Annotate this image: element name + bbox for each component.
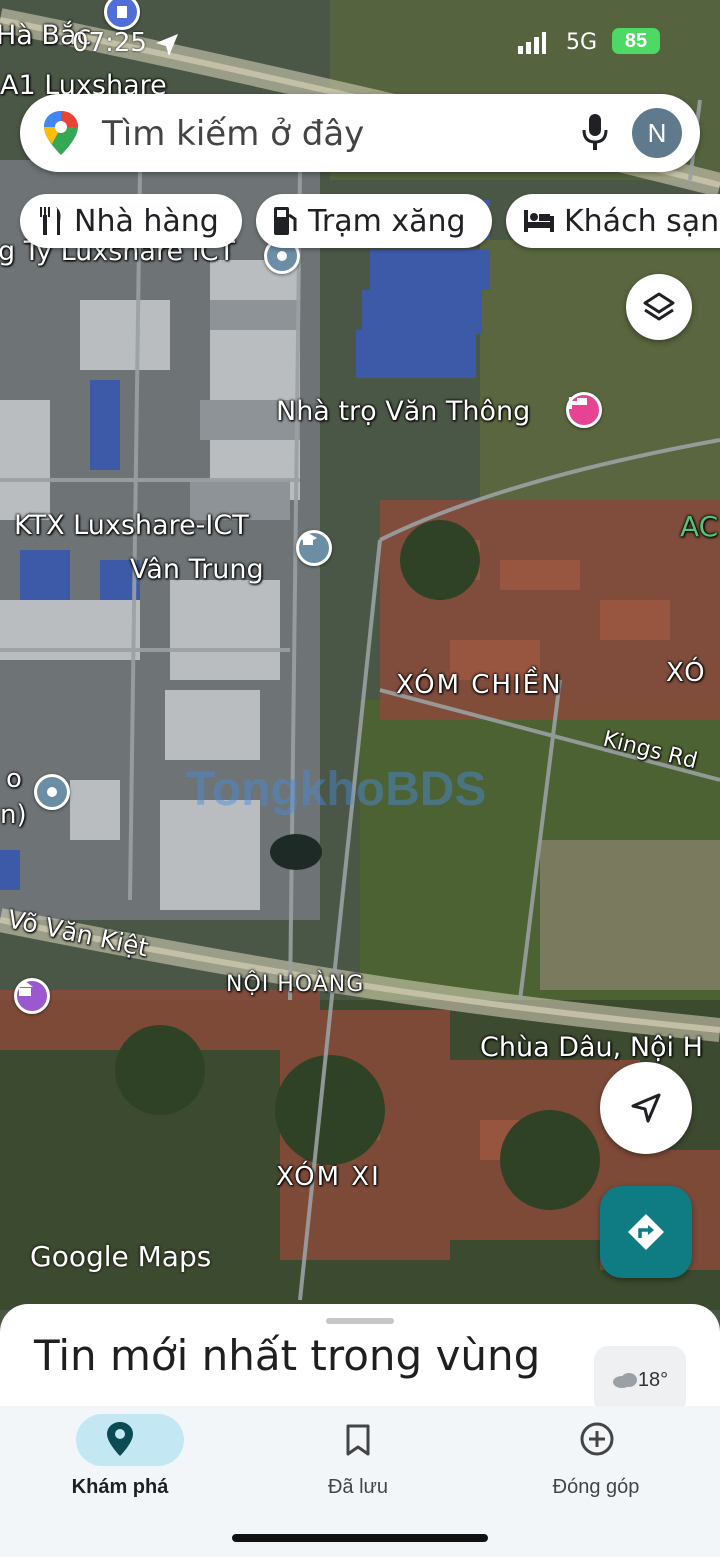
graduation-cap-icon: [299, 533, 317, 545]
my-location-button[interactable]: [600, 1062, 692, 1154]
gas-station-icon: [274, 207, 297, 235]
search-bar[interactable]: Tìm kiếm ở đây N: [20, 94, 700, 172]
map-label-noi-hoang: NỘI HOÀNG: [226, 972, 365, 997]
navigation-arrow-icon: [631, 1093, 661, 1123]
bed-icon: [569, 397, 587, 409]
nav-label: Đã lưu: [327, 1476, 389, 1498]
weather-temperature: 18°: [637, 1368, 669, 1391]
nav-contribute[interactable]: Đóng góp: [506, 1406, 686, 1516]
map-label-xom-xi: XÓM XI: [276, 1162, 381, 1192]
layers-button[interactable]: [626, 274, 692, 340]
chip-gas-stations[interactable]: Trạm xăng: [256, 194, 492, 248]
place-pin-icon-left[interactable]: [34, 774, 70, 810]
chip-label: Khách sạn: [564, 203, 720, 239]
school-pin-icon[interactable]: [296, 530, 332, 566]
chip-label: Trạm xăng: [308, 203, 466, 239]
nav-saved[interactable]: Đã lưu: [268, 1406, 448, 1516]
search-input[interactable]: Tìm kiếm ở đây: [102, 114, 364, 154]
temple-icon: [17, 981, 33, 996]
avatar[interactable]: N: [632, 108, 682, 158]
battery-indicator: 85: [612, 28, 660, 54]
directions-icon: [628, 1214, 664, 1250]
home-indicator: [232, 1534, 488, 1542]
bookmark-icon: [346, 1424, 370, 1456]
nav-label: Khám phá: [71, 1476, 169, 1498]
weather-chip[interactable]: 18°: [594, 1346, 686, 1414]
directions-button[interactable]: [600, 1186, 692, 1278]
status-bar: 07:25 5G 85: [0, 22, 720, 62]
signal-icon: [518, 32, 546, 54]
chip-hotels[interactable]: Khách sạn: [506, 194, 720, 248]
battery-level: 85: [624, 30, 648, 52]
google-maps-logo-icon: [44, 111, 78, 155]
status-time: 07:25: [72, 28, 147, 58]
nav-label: Đóng góp: [552, 1476, 640, 1498]
hotel-icon: [524, 210, 554, 232]
watermark: TongkhoBDS: [186, 762, 486, 817]
map-label-motel: Nhà trọ Văn Thông: [276, 396, 531, 427]
map-label-edge-ac: AC: [680, 510, 719, 543]
restaurant-icon: [40, 207, 61, 235]
layers-icon: [643, 292, 675, 321]
map-label-dorm: KTX Luxshare-ICT: [14, 510, 249, 541]
network-type: 5G: [566, 30, 598, 55]
location-arrow-icon: [156, 34, 178, 56]
chip-label: Nhà hàng: [74, 203, 219, 239]
sheet-title: Tin mới nhất trong vùng: [34, 1331, 541, 1380]
map-label-van-trung: Vân Trung: [130, 554, 264, 585]
microphone-icon[interactable]: [582, 114, 608, 152]
sheet-drag-handle[interactable]: [326, 1318, 394, 1324]
map-label-chua-dau: Chùa Dâu, Nội H: [480, 1032, 703, 1063]
watermark-part-a: Tongkho: [186, 763, 386, 816]
bottom-sheet[interactable]: Tin mới nhất trong vùng 18°: [0, 1304, 720, 1414]
hotel-pin-icon[interactable]: [566, 392, 602, 428]
map-label-xom-right: XÓ: [666, 658, 707, 688]
watermark-part-b: BDS: [385, 763, 487, 816]
explore-pin-icon: [107, 1422, 133, 1456]
map-label-xom-chien: XÓM CHIỀN: [396, 670, 563, 700]
add-circle-icon: [580, 1422, 614, 1456]
google-maps-attribution: Google Maps: [30, 1240, 212, 1273]
cloud-icon: [612, 1373, 637, 1388]
map-label-edge-o: o: [6, 764, 22, 794]
temple-pin-icon[interactable]: [14, 978, 50, 1014]
chip-restaurants[interactable]: Nhà hàng: [20, 194, 242, 248]
nav-explore[interactable]: Khám phá: [30, 1406, 210, 1516]
map-label-edge-n: n): [0, 800, 27, 830]
